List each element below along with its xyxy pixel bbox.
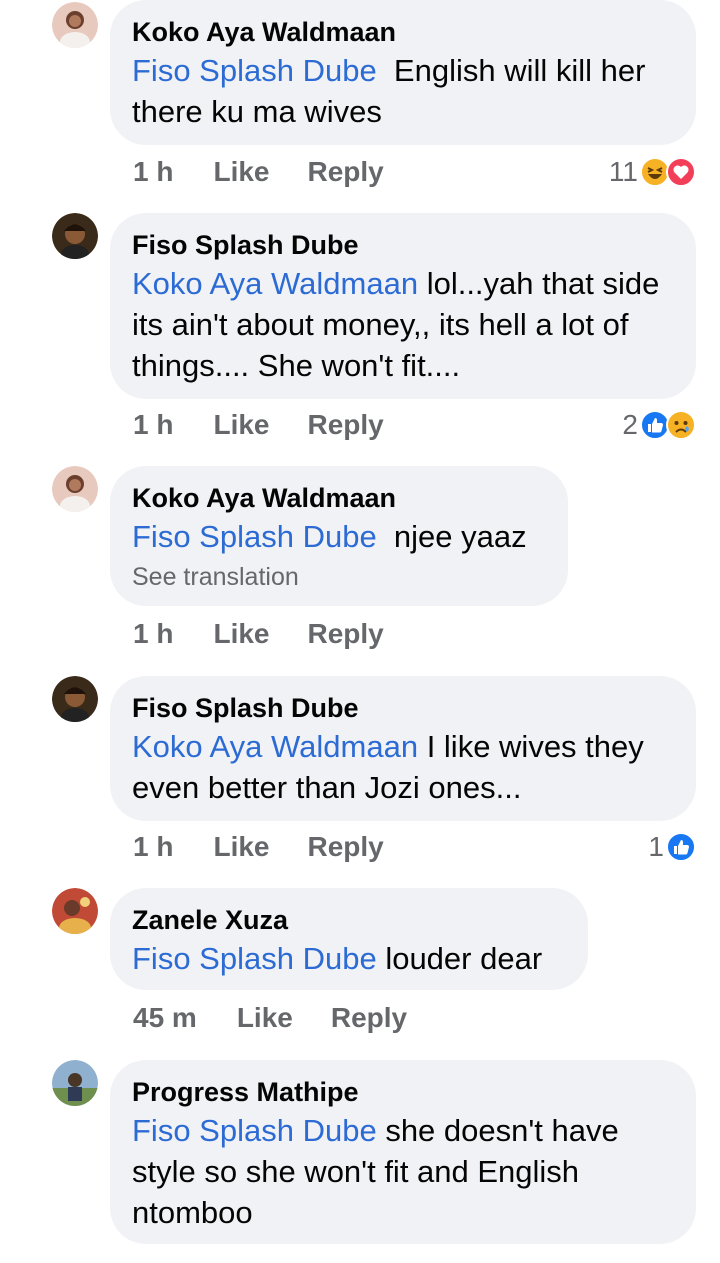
avatar[interactable] [52, 2, 98, 48]
reaction-count: 11 [608, 156, 638, 187]
mention-link[interactable]: Fiso Splash Dube [132, 1113, 377, 1148]
love-icon [666, 157, 696, 187]
reaction-summary[interactable]: 1 [648, 827, 696, 867]
comment-time[interactable]: 45 m [133, 1002, 197, 1034]
comment-actions: 45 m Like Reply [133, 998, 407, 1038]
comment-text: Koko Aya Waldmaan I like wives they even… [132, 726, 674, 808]
comment-bubble: Fiso Splash Dube Koko Aya Waldmaan I lik… [110, 676, 696, 821]
comment-author[interactable]: Zanele Xuza [132, 902, 566, 938]
reaction-count: 2 [622, 409, 638, 440]
comment-time[interactable]: 1 h [133, 409, 173, 441]
reply-button[interactable]: Reply [308, 618, 384, 650]
avatar[interactable] [52, 676, 98, 722]
reply-button[interactable]: Reply [308, 831, 384, 863]
avatar[interactable] [52, 888, 98, 934]
see-translation-link[interactable]: See translation [132, 559, 546, 595]
like-icon [666, 832, 696, 862]
comment-bubble: Koko Aya Waldmaan Fiso Splash Dube njee … [110, 466, 568, 606]
like-button[interactable]: Like [213, 409, 269, 441]
avatar[interactable] [52, 1060, 98, 1106]
avatar[interactable] [52, 466, 98, 512]
comment-time[interactable]: 1 h [133, 831, 173, 863]
comment-time[interactable]: 1 h [133, 618, 173, 650]
sad-icon [666, 410, 696, 440]
mention-link[interactable]: Fiso Splash Dube [132, 53, 377, 88]
comment-actions: 1 h Like Reply [133, 827, 384, 867]
comment-text: Fiso Splash Dube louder dear [132, 938, 566, 979]
mention-link[interactable]: Fiso Splash Dube [132, 519, 377, 554]
comment-text: Fiso Splash Dube she doesn't have style … [132, 1110, 674, 1233]
comment-bubble: Fiso Splash Dube Koko Aya Waldmaan lol..… [110, 213, 696, 399]
comment-body: louder dear [385, 941, 543, 976]
comment-actions: 1 h Like Reply [133, 152, 384, 192]
comment-author[interactable]: Koko Aya Waldmaan [132, 480, 546, 516]
comment-actions: 1 h Like Reply [133, 405, 384, 445]
like-button[interactable]: Like [237, 1002, 293, 1034]
comment-bubble: Progress Mathipe Fiso Splash Dube she do… [110, 1060, 696, 1244]
reply-button[interactable]: Reply [308, 409, 384, 441]
reaction-summary[interactable]: 11 [609, 152, 696, 192]
comment-actions: 1 h Like Reply [133, 614, 384, 654]
like-button[interactable]: Like [213, 831, 269, 863]
reply-button[interactable]: Reply [308, 156, 384, 188]
comment-bubble: Koko Aya Waldmaan Fiso Splash Dube Engli… [110, 0, 696, 145]
comment-bubble: Zanele Xuza Fiso Splash Dube louder dear [110, 888, 588, 990]
comment-author[interactable]: Fiso Splash Dube [132, 227, 674, 263]
like-button[interactable]: Like [213, 618, 269, 650]
reaction-count: 1 [648, 831, 664, 862]
mention-link[interactable]: Koko Aya Waldmaan [132, 266, 418, 301]
comment-author[interactable]: Fiso Splash Dube [132, 690, 674, 726]
reaction-summary[interactable]: 2 [622, 405, 696, 445]
comment-body: njee yaaz [393, 519, 527, 554]
comment-text: Fiso Splash Dube English will kill her t… [132, 50, 674, 132]
like-button[interactable]: Like [213, 156, 269, 188]
mention-link[interactable]: Koko Aya Waldmaan [132, 729, 418, 764]
comment-author[interactable]: Koko Aya Waldmaan [132, 14, 674, 50]
comment-text: Fiso Splash Dube njee yaaz [132, 516, 546, 557]
comment-text: Koko Aya Waldmaan lol...yah that side it… [132, 263, 674, 386]
comment-author[interactable]: Progress Mathipe [132, 1074, 674, 1110]
reply-button[interactable]: Reply [331, 1002, 407, 1034]
avatar[interactable] [52, 213, 98, 259]
mention-link[interactable]: Fiso Splash Dube [132, 941, 377, 976]
comment-time[interactable]: 1 h [133, 156, 173, 188]
